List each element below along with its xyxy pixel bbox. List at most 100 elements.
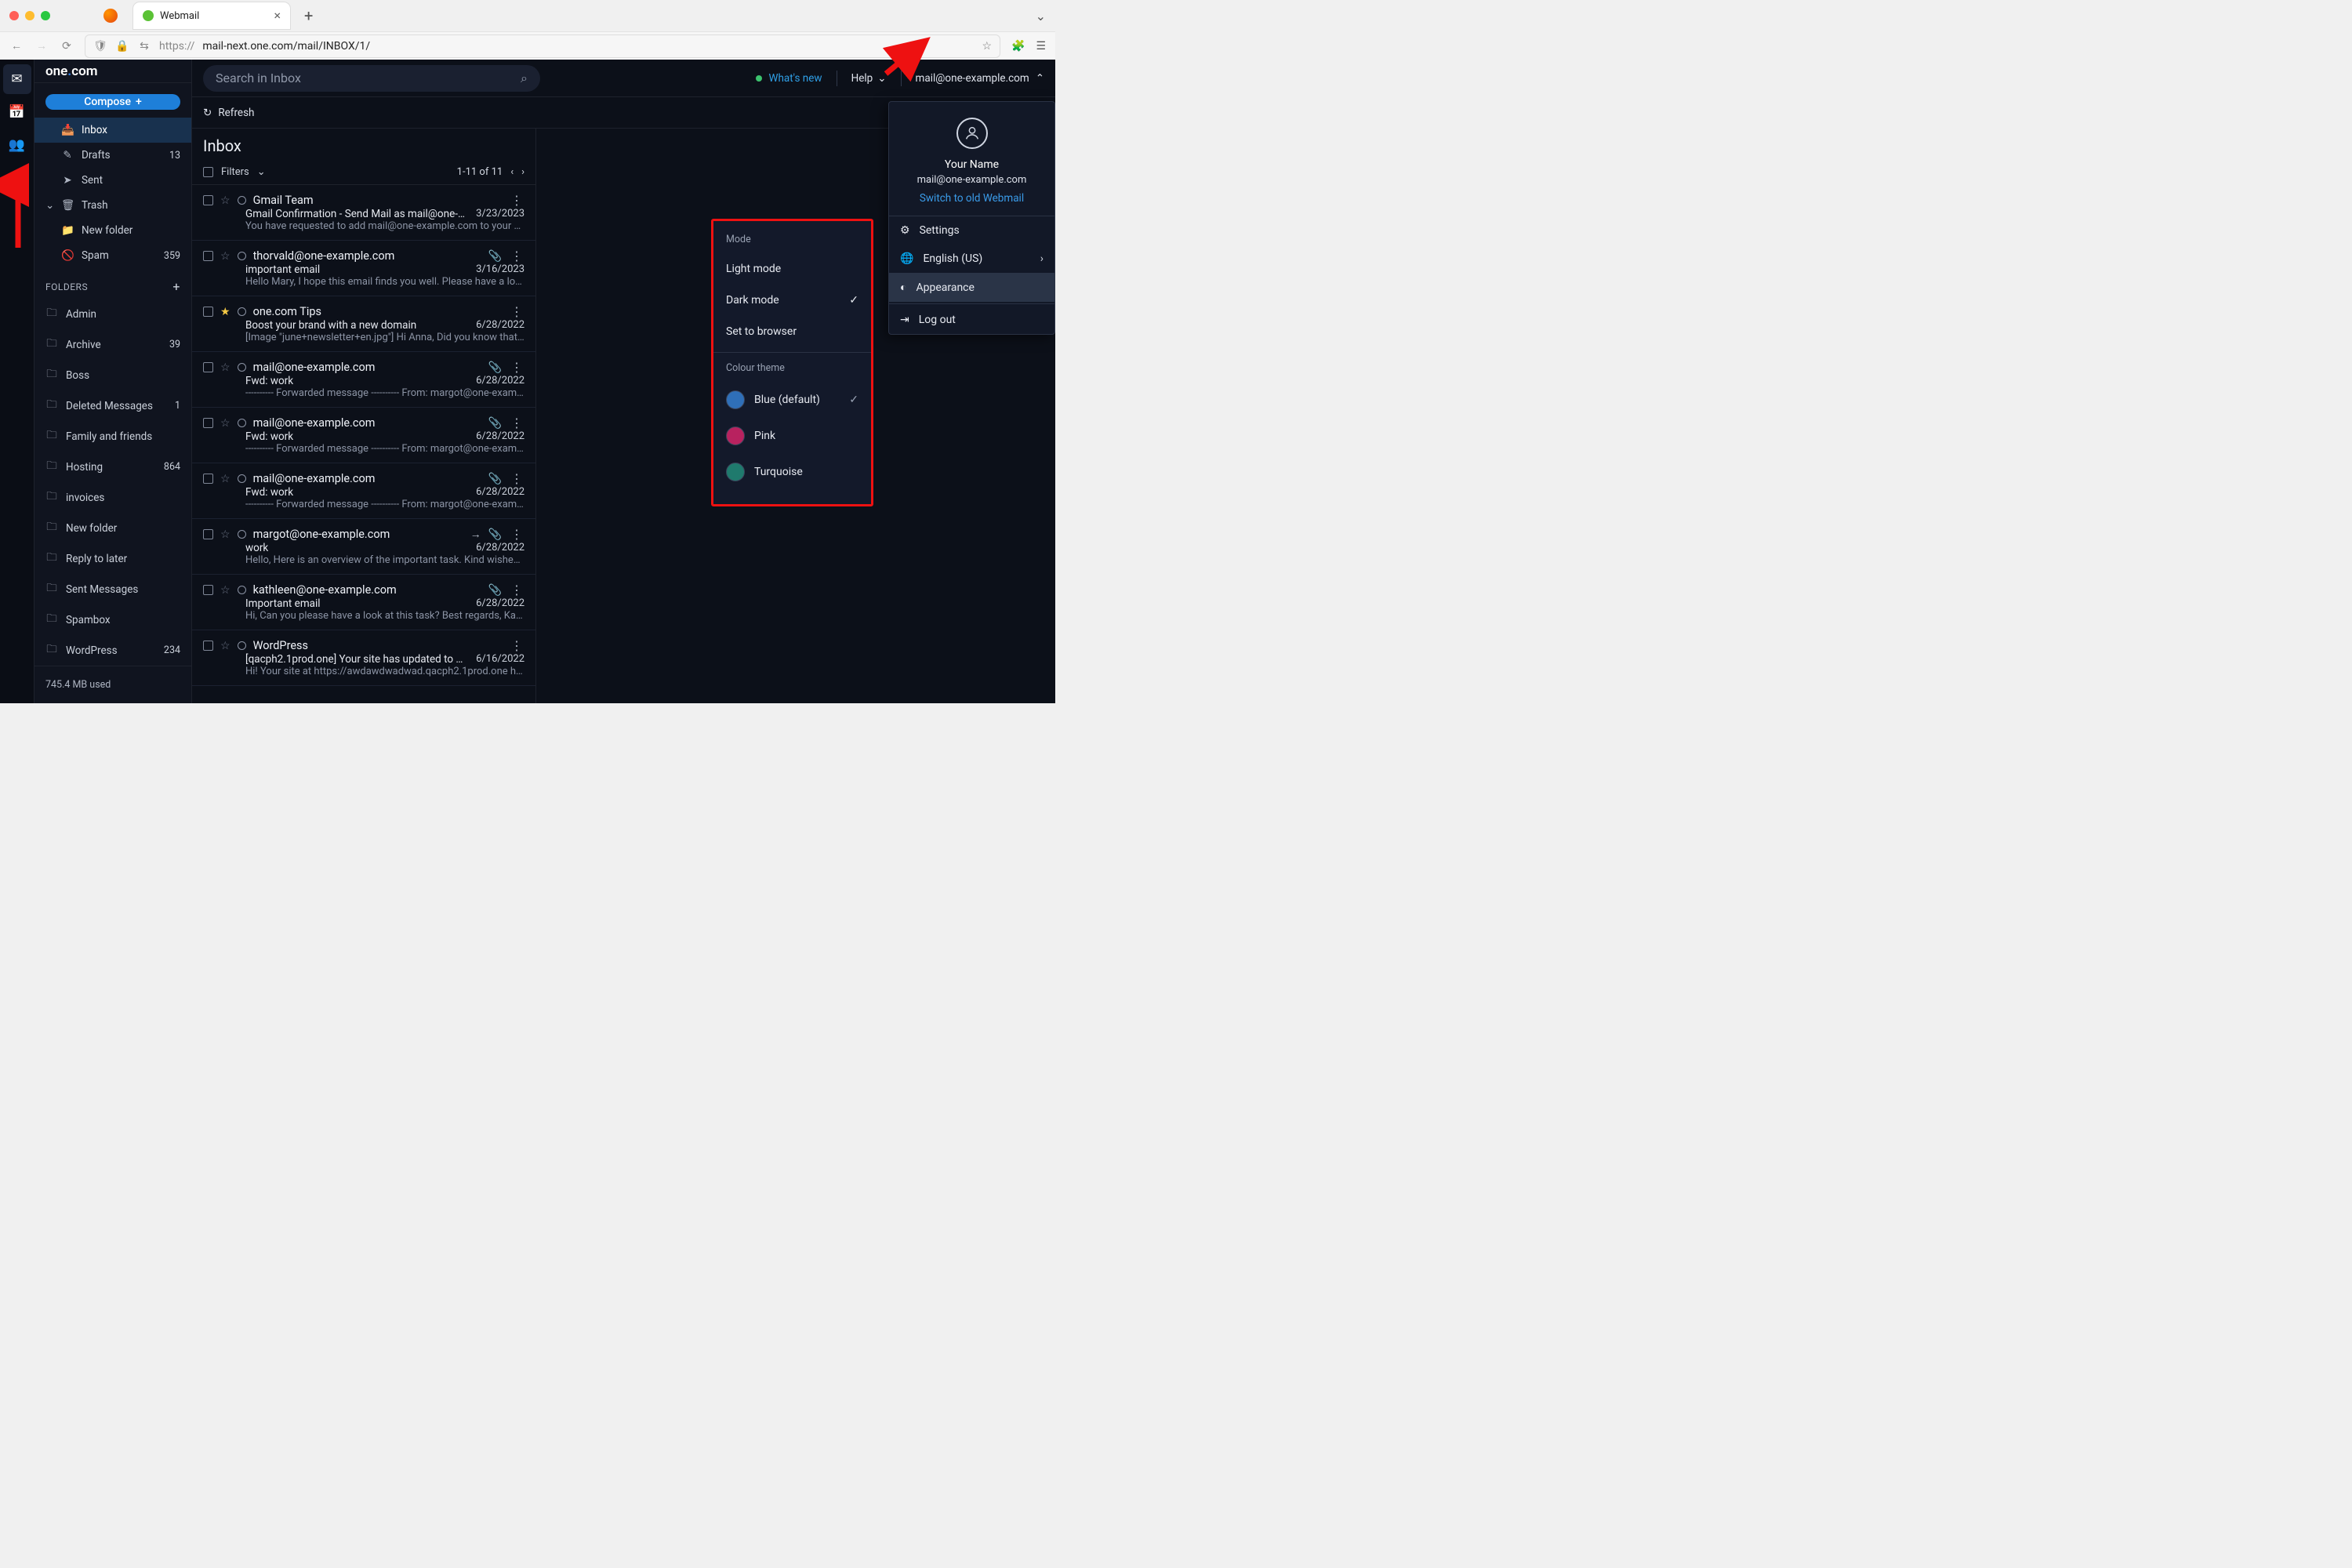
menu-icon[interactable]: ☰ [1036, 40, 1046, 53]
star-icon[interactable]: ☆ [220, 250, 230, 263]
star-icon[interactable]: ★ [220, 306, 230, 318]
folder-boss[interactable]: 🗀Boss [34, 360, 191, 390]
reload-icon[interactable]: ⟳ [60, 40, 74, 53]
star-icon[interactable]: ☆ [220, 473, 230, 485]
message-row[interactable]: ☆margot@one-example.com→📎⋮work6/28/2022H… [192, 519, 535, 575]
maximize-window-icon[interactable] [41, 11, 50, 20]
message-checkbox[interactable] [203, 641, 213, 651]
permissions-icon[interactable]: ⇆ [137, 40, 151, 53]
filters-label[interactable]: Filters [221, 166, 249, 178]
message-more-icon[interactable]: ⋮ [509, 249, 524, 263]
star-icon[interactable]: ☆ [220, 640, 230, 652]
close-tab-icon[interactable]: × [274, 9, 281, 22]
star-icon[interactable]: ☆ [220, 417, 230, 430]
account-menu-appearance[interactable]: ◐Appearance [889, 273, 1054, 302]
lock-icon[interactable]: 🔒 [115, 40, 129, 53]
message-row[interactable]: ★one.com Tips⋮Boost your brand with a ne… [192, 296, 535, 352]
message-row[interactable]: ☆Gmail Team⋮Gmail Confirmation - Send Ma… [192, 185, 535, 241]
search-input[interactable]: Search in Inbox ⌕ [203, 65, 540, 92]
extensions-icon[interactable]: 🧩 [1011, 40, 1025, 53]
mailbox-sent[interactable]: ➤Sent [34, 168, 191, 193]
star-icon[interactable]: ☆ [220, 584, 230, 597]
folder-spambox[interactable]: 🗀Spambox [34, 604, 191, 635]
mailbox-inbox[interactable]: 📥Inbox [34, 118, 191, 143]
account-menu-english[interactable]: 🌐English (US)› [889, 245, 1054, 273]
read-indicator-icon[interactable] [238, 641, 246, 650]
theme-option-turquoise[interactable]: Turquoise [726, 454, 858, 490]
logout-item[interactable]: ⇥ Log out [889, 306, 1054, 334]
star-icon[interactable]: ☆ [220, 528, 230, 541]
switch-webmail-link[interactable]: Switch to old Webmail [920, 192, 1024, 205]
message-row[interactable]: ☆mail@one-example.com📎⋮Fwd: work6/28/202… [192, 463, 535, 519]
message-checkbox[interactable] [203, 418, 213, 428]
message-more-icon[interactable]: ⋮ [509, 304, 524, 319]
star-icon[interactable]: ☆ [220, 194, 230, 207]
read-indicator-icon[interactable] [238, 196, 246, 205]
mailbox-trash[interactable]: ⌄🗑Trash [34, 193, 191, 218]
message-row[interactable]: ☆mail@one-example.com📎⋮Fwd: work6/28/202… [192, 352, 535, 408]
chevron-down-icon[interactable]: ⌄ [257, 166, 266, 178]
message-checkbox[interactable] [203, 529, 213, 539]
message-row[interactable]: ☆kathleen@one-example.com📎⋮Important ema… [192, 575, 535, 630]
mode-option-dark-mode[interactable]: Dark mode✓ [726, 285, 858, 316]
account-menu-settings[interactable]: ⚙Settings [889, 216, 1054, 245]
browser-tab[interactable]: Webmail × [133, 2, 290, 29]
folder-new-folder[interactable]: 🗀New folder [34, 513, 191, 543]
message-row[interactable]: ☆mail@one-example.com📎⋮Fwd: work6/28/202… [192, 408, 535, 463]
mode-option-set-to-browser[interactable]: Set to browser [726, 316, 858, 347]
bookmark-star-icon[interactable]: ☆ [982, 40, 992, 53]
read-indicator-icon[interactable] [238, 530, 246, 539]
message-more-icon[interactable]: ⋮ [509, 471, 524, 486]
message-more-icon[interactable]: ⋮ [509, 193, 524, 208]
read-indicator-icon[interactable] [238, 252, 246, 260]
folder-archive[interactable]: 🗀Archive39 [34, 329, 191, 360]
back-icon[interactable]: ← [9, 39, 24, 53]
compose-button[interactable]: Compose + [45, 94, 180, 110]
mailbox-drafts[interactable]: ✎Drafts13 [34, 143, 191, 168]
read-indicator-icon[interactable] [238, 474, 246, 483]
new-tab-button[interactable]: + [304, 8, 313, 24]
minimize-window-icon[interactable] [25, 11, 34, 20]
add-folder-icon[interactable]: + [172, 279, 180, 294]
shield-icon[interactable]: 🛡 [93, 40, 107, 53]
rail-contacts[interactable]: 👥 [3, 130, 31, 160]
tabs-dropdown-icon[interactable]: ⌄ [1036, 9, 1046, 24]
folder-wordpress[interactable]: 🗀WordPress234 [34, 635, 191, 666]
message-checkbox[interactable] [203, 362, 213, 372]
message-more-icon[interactable]: ⋮ [509, 583, 524, 597]
read-indicator-icon[interactable] [238, 307, 246, 316]
read-indicator-icon[interactable] [238, 586, 246, 594]
next-page-icon[interactable]: › [521, 166, 524, 178]
message-checkbox[interactable] [203, 474, 213, 484]
mode-option-light-mode[interactable]: Light mode [726, 253, 858, 285]
folder-family-and-friends[interactable]: 🗀Family and friends [34, 421, 191, 452]
message-more-icon[interactable]: ⋮ [509, 638, 524, 653]
folder-sent-messages[interactable]: 🗀Sent Messages [34, 574, 191, 604]
theme-option-blue[interactable]: Blue (default)✓ [726, 382, 858, 418]
read-indicator-icon[interactable] [238, 363, 246, 372]
message-checkbox[interactable] [203, 251, 213, 261]
rail-mail[interactable]: ✉ [3, 64, 31, 94]
mailbox-spam[interactable]: 🚫Spam359 [34, 243, 191, 268]
search-icon[interactable]: ⌕ [521, 71, 528, 86]
folder-invoices[interactable]: 🗀invoices [34, 482, 191, 513]
rail-settings[interactable]: ⚙ [3, 163, 31, 193]
message-more-icon[interactable]: ⋮ [509, 360, 524, 375]
address-bar[interactable]: 🛡 🔒 ⇆ https://mail-next.one.com/mail/INB… [85, 34, 1000, 58]
rail-calendar[interactable]: 📅 [3, 97, 31, 127]
message-checkbox[interactable] [203, 585, 213, 595]
message-more-icon[interactable]: ⋮ [509, 416, 524, 430]
folder-hosting[interactable]: 🗀Hosting864 [34, 452, 191, 482]
select-all-checkbox[interactable] [203, 167, 213, 177]
folder-deleted-messages[interactable]: 🗀Deleted Messages1 [34, 390, 191, 421]
refresh-label[interactable]: Refresh [218, 107, 254, 119]
star-icon[interactable]: ☆ [220, 361, 230, 374]
folder-admin[interactable]: 🗀Admin [34, 299, 191, 329]
whats-new-link[interactable]: What's new [756, 72, 822, 85]
help-menu[interactable]: Help ⌄ [851, 72, 887, 85]
folder-reply-to-later[interactable]: 🗀Reply to later [34, 543, 191, 574]
message-checkbox[interactable] [203, 307, 213, 317]
message-more-icon[interactable]: ⋮ [509, 527, 524, 542]
message-checkbox[interactable] [203, 195, 213, 205]
account-menu-trigger[interactable]: mail@one-example.com ⌃ [916, 72, 1044, 85]
